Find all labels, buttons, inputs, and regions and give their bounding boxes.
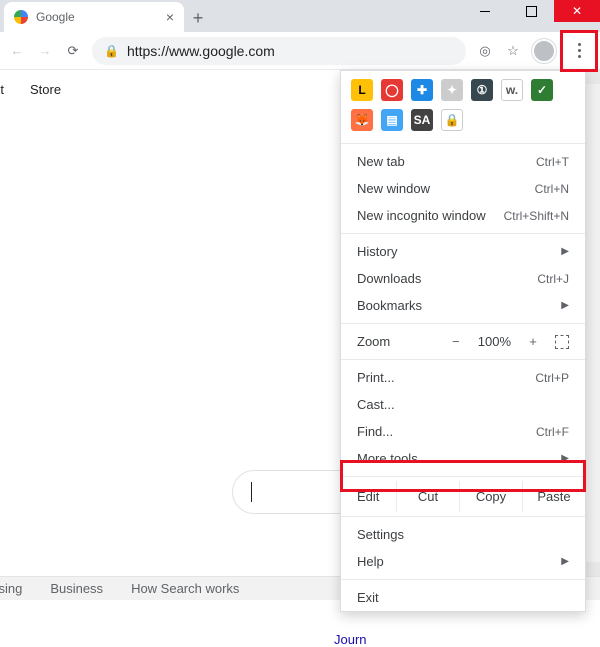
footer-business[interactable]: Business xyxy=(50,581,103,596)
menu-edit-row: Edit Cut Copy Paste xyxy=(341,481,585,512)
menu-incognito[interactable]: New incognito windowCtrl+Shift+N xyxy=(341,202,585,229)
chrome-menu-button[interactable] xyxy=(566,38,592,64)
text-cursor xyxy=(251,482,252,502)
target-icon[interactable]: ◎ xyxy=(476,42,494,60)
extension-icon[interactable]: ✓ xyxy=(531,79,553,101)
nav-about[interactable]: About xyxy=(0,82,4,97)
chevron-right-icon: ▶ xyxy=(561,453,569,464)
browser-tab[interactable]: Google × xyxy=(4,2,184,32)
extension-icon[interactable]: ▤ xyxy=(381,109,403,131)
tab-close-icon[interactable]: × xyxy=(166,9,174,25)
extension-icon[interactable]: ① xyxy=(471,79,493,101)
zoom-label: Zoom xyxy=(357,334,390,349)
menu-bookmarks[interactable]: Bookmarks▶ xyxy=(341,292,585,319)
extension-icon[interactable]: ✚ xyxy=(411,79,433,101)
menu-more-tools[interactable]: More tools▶ xyxy=(341,445,585,472)
profile-avatar[interactable] xyxy=(532,39,556,63)
fullscreen-icon[interactable] xyxy=(555,335,569,349)
menu-zoom: Zoom − 100% + xyxy=(341,328,585,355)
menu-paste[interactable]: Paste xyxy=(523,481,585,512)
reload-button[interactable]: ⟳ xyxy=(64,42,82,60)
menu-history[interactable]: History▶ xyxy=(341,238,585,265)
edit-label: Edit xyxy=(341,481,397,512)
window-close-button[interactable] xyxy=(554,0,600,22)
extension-icon[interactable]: 🦊 xyxy=(351,109,373,131)
chevron-right-icon: ▶ xyxy=(561,556,569,567)
menu-help[interactable]: Help▶ xyxy=(341,548,585,575)
extension-icon[interactable]: SA xyxy=(411,109,433,131)
window-maximize-button[interactable] xyxy=(508,0,554,22)
titlebar: Google × + xyxy=(0,0,600,32)
browser-toolbar: ← → ⟳ 🔒 https://www.google.com ◎ ☆ xyxy=(0,32,600,70)
menu-settings[interactable]: Settings xyxy=(341,521,585,548)
menu-downloads[interactable]: DownloadsCtrl+J xyxy=(341,265,585,292)
new-tab-button[interactable]: + xyxy=(184,4,212,32)
chevron-right-icon: ▶ xyxy=(561,246,569,257)
journey-link[interactable]: Journ xyxy=(334,632,367,647)
extension-icon[interactable]: L xyxy=(351,79,373,101)
forward-button[interactable]: → xyxy=(36,42,54,60)
menu-cast[interactable]: Cast... xyxy=(341,391,585,418)
zoom-in-button[interactable]: + xyxy=(525,334,541,349)
nav-store[interactable]: Store xyxy=(30,82,61,97)
url-text: https://www.google.com xyxy=(127,43,275,59)
footer-how-search-works[interactable]: How Search works xyxy=(131,581,239,596)
zoom-value: 100% xyxy=(478,334,511,349)
menu-new-tab[interactable]: New tabCtrl+T xyxy=(341,148,585,175)
extension-icon[interactable]: ✦ xyxy=(441,79,463,101)
address-bar[interactable]: 🔒 https://www.google.com xyxy=(92,37,466,65)
extension-icon[interactable]: ◯ xyxy=(381,79,403,101)
chrome-menu: L ◯ ✚ ✦ ① w. ✓ 🦊 ▤ SA 🔒 New tabCtrl+T Ne… xyxy=(340,70,586,612)
scrollbar[interactable] xyxy=(586,70,600,576)
menu-find[interactable]: Find...Ctrl+F xyxy=(341,418,585,445)
extension-icon[interactable]: 🔒 xyxy=(441,109,463,131)
lock-icon: 🔒 xyxy=(104,44,119,58)
google-favicon-icon xyxy=(14,10,28,24)
menu-copy[interactable]: Copy xyxy=(460,481,523,512)
extension-icon[interactable]: w. xyxy=(501,79,523,101)
star-icon[interactable]: ☆ xyxy=(504,42,522,60)
tab-title: Google xyxy=(36,10,158,24)
extension-row: L ◯ ✚ ✦ ① w. ✓ 🦊 ▤ SA 🔒 xyxy=(341,71,585,139)
zoom-out-button[interactable]: − xyxy=(448,334,464,349)
menu-print[interactable]: Print...Ctrl+P xyxy=(341,364,585,391)
back-button[interactable]: ← xyxy=(8,42,26,60)
menu-exit[interactable]: Exit xyxy=(341,584,585,611)
chevron-right-icon: ▶ xyxy=(561,300,569,311)
footer-advertising[interactable]: Advertising xyxy=(0,581,22,596)
menu-cut[interactable]: Cut xyxy=(397,481,460,512)
menu-new-window[interactable]: New windowCtrl+N xyxy=(341,175,585,202)
window-minimize-button[interactable] xyxy=(462,0,508,22)
